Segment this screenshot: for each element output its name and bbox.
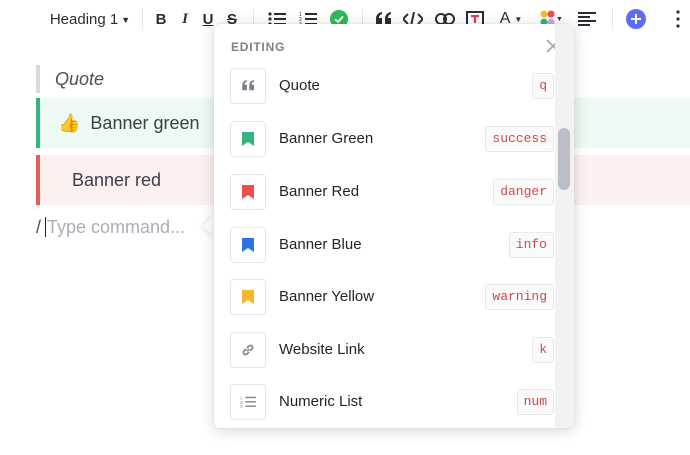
add-icon <box>626 9 646 29</box>
scrollbar-thumb[interactable] <box>558 128 570 190</box>
bookmark-red-icon <box>242 184 254 199</box>
align-button[interactable] <box>576 6 598 32</box>
command-popup: EDITING Quote q Banner Green success Ban… <box>214 24 574 428</box>
item-icon-box <box>230 226 266 263</box>
banner-red-text: Banner red <box>72 169 162 190</box>
command-item-label: Quote <box>279 77 320 94</box>
svg-text:3: 3 <box>240 404 243 409</box>
popup-section-title: EDITING <box>231 40 286 54</box>
align-icon <box>578 12 596 26</box>
command-item-shortcut: danger <box>493 178 554 205</box>
svg-text:▼: ▼ <box>556 16 562 23</box>
item-icon-box <box>230 173 266 210</box>
command-item-numeric-list[interactable]: 123 Numeric List num <box>214 375 554 428</box>
command-item-shortcut: k <box>532 336 554 363</box>
toolbar-divider <box>612 9 613 29</box>
text-cursor <box>45 217 47 237</box>
command-item-shortcut: q <box>532 72 554 99</box>
heading-select-label: Heading 1 <box>49 10 119 28</box>
command-item-shortcut: success <box>485 125 554 152</box>
numbered-list-icon: 123 <box>240 395 256 409</box>
command-item-label: Numeric List <box>279 393 363 410</box>
command-item-banner-green[interactable]: Banner Green success <box>214 112 554 165</box>
item-icon-box <box>230 120 266 157</box>
thumbs-up-emoji: 👍 <box>58 112 81 133</box>
quote-icon <box>241 80 254 91</box>
command-item-banner-red[interactable]: Banner Red danger <box>214 165 554 218</box>
toolbar-divider <box>142 9 143 29</box>
command-item-label: Banner Blue <box>279 236 362 253</box>
command-item-shortcut: num <box>516 388 554 415</box>
command-item-banner-yellow[interactable]: Banner Yellow warning <box>214 270 554 323</box>
bookmark-green-icon <box>242 131 254 146</box>
command-item-label: Banner Green <box>279 130 374 147</box>
bold-button[interactable]: B <box>153 6 169 32</box>
scrollbar-track[interactable] <box>555 24 574 428</box>
banner-green-text: Banner green <box>90 112 200 133</box>
italic-button[interactable]: I <box>177 6 193 32</box>
command-slash: / <box>36 216 42 237</box>
link-icon <box>242 344 254 355</box>
command-item-label: Banner Yellow <box>279 288 375 305</box>
command-item-website-link[interactable]: Website Link k <box>214 323 554 376</box>
command-placeholder: Type command... <box>47 216 186 237</box>
item-icon-box <box>230 278 266 315</box>
command-item-quote[interactable]: Quote q <box>214 59 554 112</box>
item-icon-box <box>230 67 266 104</box>
command-item-banner-blue[interactable]: Banner Blue info <box>214 218 554 271</box>
item-icon-box <box>230 331 266 368</box>
caret-down-icon: ▼ <box>121 14 131 25</box>
more-vertical-icon <box>676 10 680 28</box>
add-block-button[interactable] <box>625 6 647 32</box>
command-item-shortcut: info <box>508 231 554 258</box>
command-item-label: Banner Red <box>279 183 360 200</box>
quote-block[interactable]: Quote <box>36 65 104 93</box>
heading-select[interactable]: Heading 1 ▼ <box>44 6 136 32</box>
caret-down-icon: ▼ <box>514 14 523 24</box>
item-icon-box: 123 <box>230 383 266 420</box>
bookmark-yellow-icon <box>242 289 254 304</box>
command-item-label: Website Link <box>279 341 365 358</box>
more-button[interactable] <box>668 6 688 32</box>
bookmark-blue-icon <box>242 237 254 252</box>
command-item-shortcut: warning <box>485 283 554 310</box>
command-input[interactable]: / Type command... <box>36 214 185 240</box>
